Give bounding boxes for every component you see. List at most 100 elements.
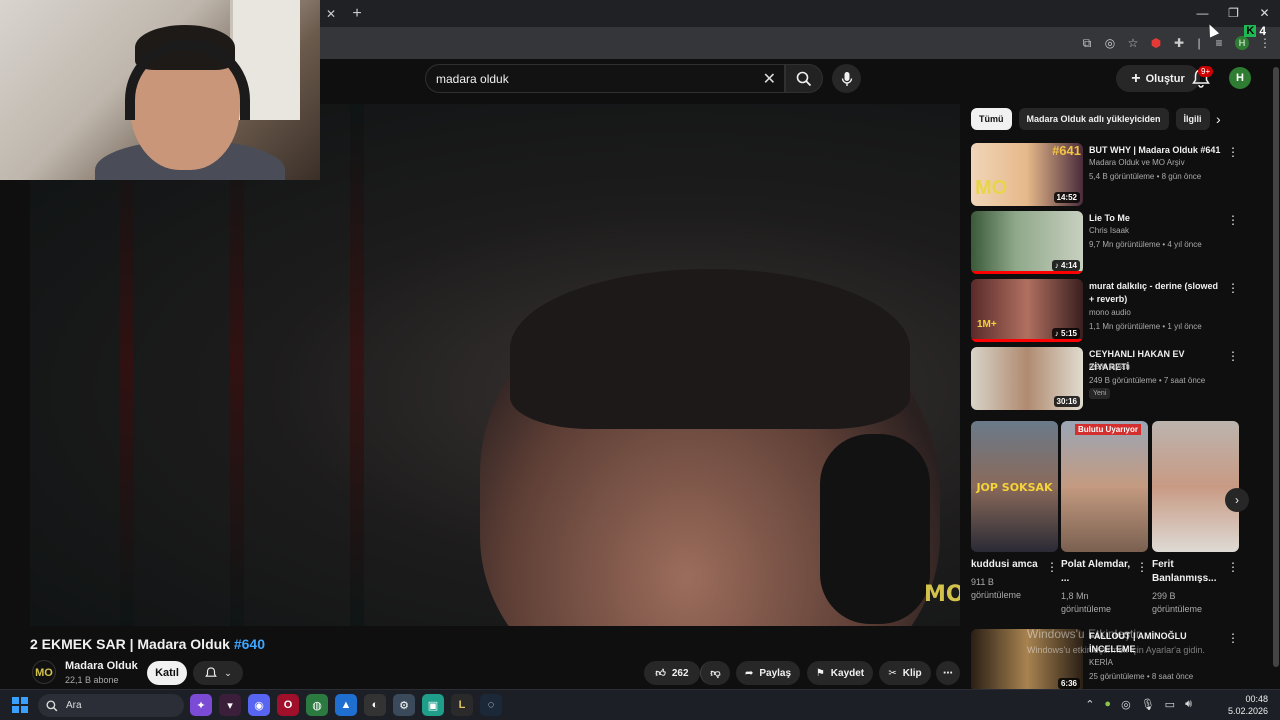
kebab-menu-icon[interactable]: ⋮ xyxy=(1258,36,1272,50)
short-thumbnail[interactable]: JOP SOKSAK xyxy=(971,421,1058,552)
background-stripe xyxy=(120,104,134,626)
recommendation-title[interactable]: Lie To Me xyxy=(1089,212,1224,225)
duration-badge: 6:36 xyxy=(1057,678,1080,689)
new-tab-icon[interactable]: + xyxy=(346,5,368,23)
taskbar-clock[interactable]: 00:48 5.02.2026 xyxy=(1228,693,1268,717)
kebab-menu-icon[interactable]: ⋮ xyxy=(1227,281,1239,295)
share-button[interactable]: ➦ Paylaş xyxy=(736,661,800,685)
clear-search-icon[interactable]: ✕ xyxy=(763,69,776,89)
short-title[interactable]: Ferit Banlanmışs... xyxy=(1152,558,1224,586)
chips-next-chevron-icon[interactable]: › xyxy=(1216,111,1221,127)
channel-name[interactable]: Madara Olduk xyxy=(65,660,138,672)
tray-app-icon[interactable]: ◎ xyxy=(1121,698,1131,711)
subscribed-bell-button[interactable]: ⌄ xyxy=(193,661,243,685)
short-thumbnail[interactable] xyxy=(1152,421,1239,552)
kebab-menu-icon[interactable]: ⋮ xyxy=(1227,349,1239,363)
extension-badge[interactable]: K 4 xyxy=(1244,24,1266,38)
recommendation-item[interactable]: 30:16 CEYHANLI HAKAN EV ZİYARETİ testo t… xyxy=(971,347,1241,411)
close-window-icon[interactable]: ✕ xyxy=(1249,0,1280,27)
video-thumbnail[interactable]: 1M+ ♪ 5:15 xyxy=(971,279,1083,342)
recommendation-title[interactable]: BUT WHY | Madara Olduk #641 xyxy=(1089,144,1224,157)
microphone-icon[interactable]: 🎙︎ xyxy=(1141,698,1155,711)
dislike-button[interactable]: 👎︎ xyxy=(700,661,730,685)
tray-app-icon[interactable]: ● xyxy=(1104,698,1111,711)
short-views: 911 B görüntüleme xyxy=(971,577,1022,600)
video-player[interactable]: MO xyxy=(30,104,960,626)
tab-close-icon[interactable]: ✕ xyxy=(322,7,340,21)
app-icon[interactable]: ▾ xyxy=(219,694,241,716)
shorts-next-button[interactable]: › xyxy=(1225,488,1249,512)
like-button[interactable]: 👍︎ 262 xyxy=(644,661,700,685)
clip-button[interactable]: ✂ Klip xyxy=(879,661,931,685)
volume-icon[interactable]: 🔊︎ xyxy=(1185,698,1192,711)
recommendation-channel[interactable]: KERİA xyxy=(1089,658,1113,667)
app-icon[interactable]: ▣ xyxy=(422,694,444,716)
recommendation-channel[interactable]: Chris Isaak xyxy=(1089,226,1129,235)
short-item[interactable]: JOP SOKSAK kuddusi amca 911 B görüntülem… xyxy=(971,421,1058,602)
more-actions-button[interactable]: ⋯ xyxy=(936,661,960,685)
voice-search-button[interactable] xyxy=(832,64,861,93)
short-thumbnail[interactable]: Bulutu Uyarıyor xyxy=(1061,421,1148,552)
kebab-menu-icon[interactable]: ⋮ xyxy=(1227,560,1239,574)
kebab-menu-icon[interactable]: ⋮ xyxy=(1046,560,1058,574)
kebab-menu-icon[interactable]: ⋮ xyxy=(1136,560,1148,574)
like-count: 262 xyxy=(671,667,689,679)
short-title[interactable]: Polat Alemdar, ... xyxy=(1061,558,1133,586)
steam-icon[interactable]: ◌ xyxy=(480,694,502,716)
kebab-menu-icon[interactable]: ⋮ xyxy=(1227,631,1239,645)
channel-avatar[interactable]: MO xyxy=(32,660,56,684)
kebab-menu-icon[interactable]: ⋮ xyxy=(1227,213,1239,227)
save-button[interactable]: ⚑ Kaydet xyxy=(807,661,873,685)
bookmark-star-icon[interactable]: ☆ xyxy=(1126,36,1140,50)
eye-off-icon[interactable]: ◎ xyxy=(1103,36,1117,50)
recommendation-item[interactable]: MO #641 14:52 BUT WHY | Madara Olduk #64… xyxy=(971,143,1241,207)
chip-from-uploader[interactable]: Madara Olduk adlı yükleyiciden xyxy=(1018,108,1169,130)
create-button[interactable]: + Oluştur xyxy=(1116,65,1200,92)
copilot-icon[interactable]: ✦ xyxy=(190,694,212,716)
chip-related[interactable]: İlgili xyxy=(1175,108,1210,130)
taskbar-search[interactable]: Ara xyxy=(38,694,184,717)
recommendation-channel[interactable]: Madara Olduk ve MO Arşiv xyxy=(1089,158,1185,167)
short-title[interactable]: kuddusi amca xyxy=(971,558,1043,572)
video-thumbnail[interactable]: 30:16 xyxy=(971,347,1083,410)
adblock-icon[interactable]: ⬢ xyxy=(1149,36,1163,50)
browser-tabstrip: ✕ + — ❐ ✕ xyxy=(320,0,1280,27)
short-item[interactable]: Bulutu Uyarıyor Polat Alemdar, ... 1,8 M… xyxy=(1061,421,1148,616)
restore-icon[interactable]: ❐ xyxy=(1218,0,1249,27)
extensions-icon[interactable]: ✚ xyxy=(1172,36,1186,50)
video-hashtag[interactable]: #640 xyxy=(234,636,265,652)
thumbnail-text: #641 xyxy=(1052,143,1081,158)
user-avatar[interactable]: H xyxy=(1229,67,1251,89)
duration-badge: ♪ 4:14 xyxy=(1051,260,1080,271)
discord-icon[interactable]: ◉ xyxy=(248,694,270,716)
search-button[interactable] xyxy=(785,64,823,93)
page-scrollbar[interactable] xyxy=(1272,59,1280,689)
video-thumbnail[interactable]: ♪ 4:14 xyxy=(971,211,1083,274)
recommendation-channel[interactable]: mono audio xyxy=(1089,308,1131,317)
short-views: 299 B görüntüleme xyxy=(1152,591,1203,614)
recommendation-title[interactable]: murat dalkılıç - derine (slowed + reverb… xyxy=(1089,280,1224,306)
obs-icon[interactable]: ◐ xyxy=(364,694,386,716)
recommendation-item[interactable]: 1M+ ♪ 5:15 murat dalkılıç - derine (slow… xyxy=(971,279,1241,343)
subscriber-count: 22,1 B abone xyxy=(65,675,119,685)
join-button[interactable]: Katıl xyxy=(147,661,187,685)
chip-all[interactable]: Tümü xyxy=(971,108,1012,130)
video-thumbnail[interactable]: MO #641 14:52 xyxy=(971,143,1083,206)
scrollbar-thumb[interactable] xyxy=(1273,67,1279,667)
tray-chevron-up-icon[interactable]: ⌃ xyxy=(1085,698,1094,711)
photos-icon[interactable]: ▲ xyxy=(335,694,357,716)
media-queue-icon[interactable]: ≡ xyxy=(1212,36,1226,50)
profile-avatar[interactable]: H xyxy=(1235,36,1249,50)
short-item[interactable]: Ferit Banlanmışs... 299 B görüntüleme ⋮ xyxy=(1152,421,1239,616)
chrome-icon[interactable]: ◍ xyxy=(306,694,328,716)
network-icon[interactable]: ▭ xyxy=(1165,698,1175,711)
league-icon[interactable]: L xyxy=(451,694,473,716)
recommendation-item[interactable]: ♪ 4:14 Lie To Me Chris Isaak 9,7 Mn görü… xyxy=(971,211,1241,275)
windows-start-icon[interactable] xyxy=(12,697,28,713)
recommendation-channel[interactable]: testo taylan xyxy=(1089,362,1130,371)
kebab-menu-icon[interactable]: ⋮ xyxy=(1227,145,1239,159)
settings-gear-icon[interactable]: ⚙ xyxy=(393,694,415,716)
opera-icon[interactable]: O xyxy=(277,694,299,716)
install-app-icon[interactable]: ⧉ xyxy=(1080,36,1094,50)
search-input[interactable]: madara olduk ✕ xyxy=(425,64,785,93)
